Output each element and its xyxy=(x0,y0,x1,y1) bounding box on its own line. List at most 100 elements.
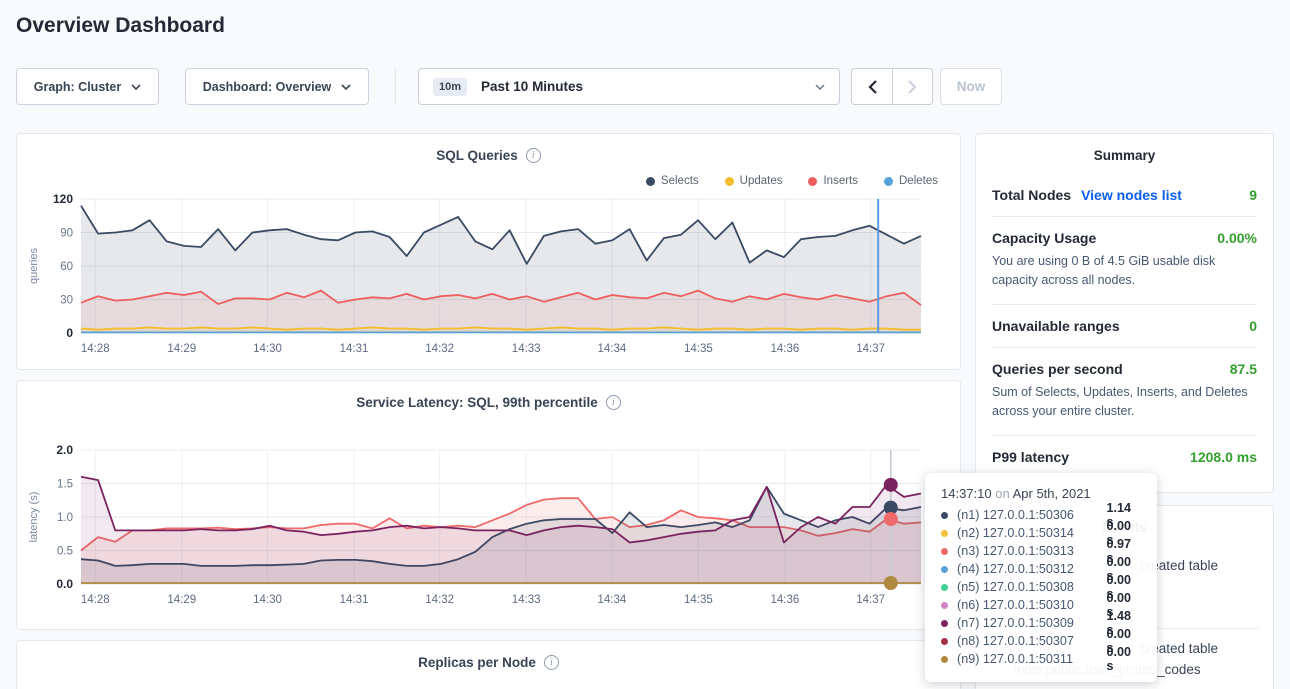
summary-divider xyxy=(992,435,1257,436)
summary-title: Summary xyxy=(992,148,1257,163)
series-dot xyxy=(941,656,948,663)
svg-text:0.5: 0.5 xyxy=(57,546,73,558)
node-address: (n6) 127.0.0.1:50310 xyxy=(957,598,1107,612)
replicas-per-node-card: Replicas per Node i xyxy=(16,640,961,689)
svg-text:14:34: 14:34 xyxy=(597,594,626,606)
node-address: (n2) 127.0.0.1:50314 xyxy=(957,526,1107,540)
series-dot xyxy=(941,602,948,609)
prev-time-button[interactable] xyxy=(852,69,892,104)
svg-text:14:35: 14:35 xyxy=(684,343,713,355)
node-address: (n8) 127.0.0.1:50307 xyxy=(957,634,1107,648)
service-latency-card: Service Latency: SQL, 99th percentile i … xyxy=(16,380,961,630)
summary-row-value: 87.5 xyxy=(1230,361,1257,377)
summary-row: P99 latency1208.0 ms xyxy=(992,449,1257,465)
node-address: (n3) 127.0.0.1:50313 xyxy=(957,544,1107,558)
svg-text:14:37: 14:37 xyxy=(856,343,885,355)
summary-row-label: P99 latency xyxy=(992,449,1069,465)
svg-text:14:29: 14:29 xyxy=(167,594,196,606)
svg-text:14:28: 14:28 xyxy=(81,343,110,355)
summary-row-label: Capacity Usage xyxy=(992,230,1096,246)
chevron-down-icon xyxy=(815,84,825,90)
summary-divider xyxy=(992,304,1257,305)
svg-text:14:36: 14:36 xyxy=(771,594,800,606)
series-dot xyxy=(941,584,948,591)
next-time-button[interactable] xyxy=(892,69,932,104)
series-dot xyxy=(941,638,948,645)
svg-text:60: 60 xyxy=(60,261,73,273)
dashboard-dropdown[interactable]: Dashboard: Overview xyxy=(185,68,369,105)
graph-dropdown-label: Graph: Cluster xyxy=(34,80,122,94)
tooltip-node-row: (n9) 127.0.0.1:503110.00 s xyxy=(941,650,1141,668)
summary-row-label: Unavailable ranges xyxy=(992,318,1120,334)
sql-queries-legend: Selects Updates Inserts Deletes xyxy=(25,174,952,188)
svg-text:14:30: 14:30 xyxy=(253,343,282,355)
legend-item-inserts[interactable]: Inserts xyxy=(808,174,858,188)
node-latency-value: 0.00 s xyxy=(1107,645,1141,673)
svg-text:30: 30 xyxy=(60,295,73,307)
info-icon[interactable]: i xyxy=(544,655,559,670)
summary-row-label: Total Nodes xyxy=(992,187,1071,203)
summary-row: Total Nodes View nodes list 9 xyxy=(992,187,1257,203)
svg-text:120: 120 xyxy=(53,192,73,206)
view-nodes-list-link[interactable]: View nodes list xyxy=(1081,187,1182,203)
time-range-dropdown[interactable]: 10m Past 10 Minutes xyxy=(418,68,840,105)
svg-text:14:36: 14:36 xyxy=(771,343,800,355)
chevron-right-icon xyxy=(908,80,917,94)
page-title: Overview Dashboard xyxy=(16,14,225,38)
series-dot xyxy=(941,566,948,573)
svg-text:0: 0 xyxy=(66,326,73,340)
summary-divider xyxy=(992,347,1257,348)
sql-queries-chart[interactable]: 0306090120queries14:2814:2914:3014:3114:… xyxy=(25,192,954,358)
now-button[interactable]: Now xyxy=(940,68,1002,105)
svg-text:0.0: 0.0 xyxy=(56,577,73,591)
info-icon[interactable]: i xyxy=(606,395,621,410)
time-range-badge: 10m xyxy=(433,78,467,96)
series-dot xyxy=(941,548,948,555)
svg-text:1.0: 1.0 xyxy=(57,512,73,524)
node-address: (n9) 127.0.0.1:50311 xyxy=(957,652,1107,666)
svg-text:14:31: 14:31 xyxy=(340,343,369,355)
chevron-down-icon xyxy=(341,84,351,90)
chevron-left-icon xyxy=(868,80,877,94)
summary-divider xyxy=(992,216,1257,217)
tooltip-rows: (n1) 127.0.0.1:503061.14 s(n2) 127.0.0.1… xyxy=(941,506,1141,668)
toolbar-divider xyxy=(395,68,396,105)
service-latency-title: Service Latency: SQL, 99th percentile xyxy=(356,395,598,410)
legend-item-selects[interactable]: Selects xyxy=(646,174,699,188)
svg-text:14:29: 14:29 xyxy=(167,343,196,355)
svg-text:14:30: 14:30 xyxy=(253,594,282,606)
legend-item-updates[interactable]: Updates xyxy=(725,174,783,188)
node-address: (n7) 127.0.0.1:50309 xyxy=(957,616,1107,630)
tooltip-timestamp: 14:37:10 on Apr 5th, 2021 xyxy=(941,486,1141,501)
svg-text:14:32: 14:32 xyxy=(425,594,454,606)
chart-hover-tooltip: 14:37:10 on Apr 5th, 2021 (n1) 127.0.0.1… xyxy=(925,473,1157,682)
summary-row-label: Queries per second xyxy=(992,361,1123,377)
summary-row-subtext: Sum of Selects, Updates, Inserts, and De… xyxy=(992,383,1257,422)
service-latency-chart[interactable]: 0.00.51.01.52.0latency (s)14:2814:2914:3… xyxy=(25,443,954,609)
node-address: (n5) 127.0.0.1:50308 xyxy=(957,580,1107,594)
sql-queries-card: SQL Queries i SelectsUpdatesInsertsDelet… xyxy=(16,133,961,370)
series-dot xyxy=(941,620,948,627)
svg-text:14:37: 14:37 xyxy=(856,594,885,606)
legend-dot xyxy=(808,177,817,186)
summary-rows: Total Nodes View nodes list 9 Capacity Usag… xyxy=(992,187,1257,465)
summary-row-subtext: You are using 0 B of 4.5 GiB usable disk… xyxy=(992,252,1257,291)
svg-text:2.0: 2.0 xyxy=(56,443,73,457)
summary-row-value: 0.00% xyxy=(1217,230,1257,246)
time-step-buttons xyxy=(851,68,933,105)
legend-dot xyxy=(646,177,655,186)
svg-text:14:31: 14:31 xyxy=(340,594,369,606)
graph-dropdown[interactable]: Graph: Cluster xyxy=(16,68,159,105)
legend-dot xyxy=(884,177,893,186)
svg-text:latency (s): latency (s) xyxy=(28,492,40,543)
series-dot xyxy=(941,512,948,519)
legend-item-deletes[interactable]: Deletes xyxy=(884,174,938,188)
info-icon[interactable]: i xyxy=(526,148,541,163)
svg-text:14:33: 14:33 xyxy=(512,594,541,606)
summary-row-value: 9 xyxy=(1249,187,1257,203)
summary-panel: Summary Total Nodes View nodes list 9 Capac… xyxy=(975,133,1274,493)
summary-row: Capacity Usage 0.00% You are using 0 B of … xyxy=(992,230,1257,291)
summary-row: Queries per second 87.5 Sum of Selects, Up… xyxy=(992,361,1257,422)
toolbar: Graph: Cluster Dashboard: Overview 10m P… xyxy=(16,68,1002,105)
svg-text:14:28: 14:28 xyxy=(81,594,110,606)
